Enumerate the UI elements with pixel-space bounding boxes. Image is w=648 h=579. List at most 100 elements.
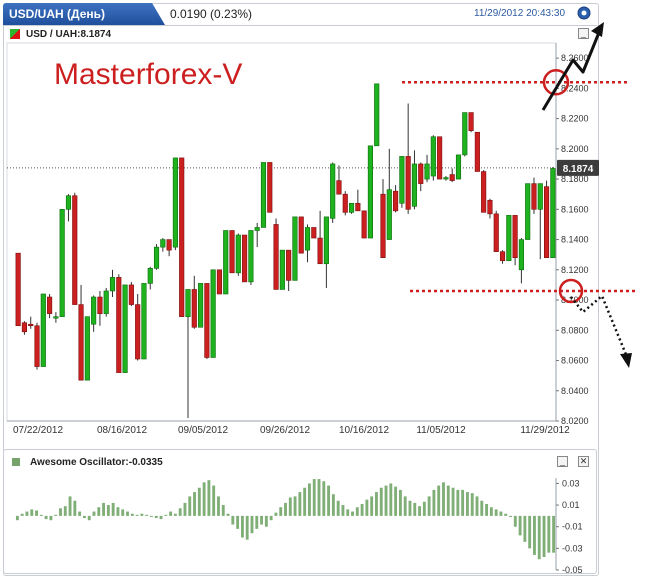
- osc-bar: [240, 515, 244, 538]
- osc-bar: [97, 507, 101, 516]
- osc-bar: [293, 496, 297, 516]
- osc-bar: [485, 503, 489, 516]
- osc-bar: [384, 485, 388, 516]
- osc-bar: [140, 513, 144, 516]
- osc-bar: [470, 493, 474, 516]
- osc-bar: [542, 515, 546, 558]
- osc-y-tick-label: -0.03: [562, 543, 583, 553]
- osc-bar: [78, 511, 82, 516]
- osc-bar: [92, 511, 96, 516]
- osc-bar: [164, 514, 168, 516]
- osc-bar: [35, 510, 38, 516]
- osc-bar: [197, 487, 201, 516]
- osc-bar: [49, 515, 53, 521]
- osc-bar: [437, 485, 441, 516]
- osc-bar: [360, 503, 364, 516]
- osc-bar: [504, 513, 508, 516]
- osc-bar: [236, 515, 240, 529]
- osc-bar: [121, 509, 125, 516]
- osc-bar: [509, 515, 512, 517]
- osc-bar: [480, 500, 484, 516]
- osc-bar: [312, 479, 316, 516]
- osc-bar: [308, 483, 311, 516]
- osc-bar: [461, 489, 465, 516]
- osc-bar: [398, 489, 402, 516]
- osc-bar: [394, 486, 398, 516]
- osc-bar: [25, 511, 29, 516]
- osc-bar: [116, 507, 120, 516]
- osc-bar: [226, 513, 230, 516]
- osc-bar: [528, 515, 532, 549]
- osc-bar: [82, 515, 86, 519]
- osc-bar: [537, 515, 541, 560]
- osc-bar: [513, 515, 517, 527]
- osc-bar: [269, 515, 273, 521]
- osc-bar: [322, 481, 326, 516]
- osc-y-tick-label: 0.03: [562, 478, 580, 488]
- osc-bar: [432, 489, 436, 516]
- osc-bar: [231, 515, 235, 525]
- osc-bar: [533, 515, 536, 555]
- osc-bar: [59, 508, 62, 516]
- osc-bar: [212, 485, 216, 516]
- osc-bar: [279, 507, 283, 516]
- osc-bar: [87, 515, 91, 521]
- osc-bar: [327, 485, 331, 516]
- osc-bar: [465, 492, 469, 516]
- osc-bar: [375, 492, 378, 516]
- osc-y-tick-label: -0.01: [562, 522, 583, 532]
- osc-bar: [389, 483, 393, 516]
- osc-bar: [341, 505, 345, 516]
- osc-bar: [126, 511, 129, 516]
- osc-bar: [298, 492, 302, 516]
- osc-bar: [499, 511, 503, 516]
- osc-bar: [456, 489, 460, 516]
- osc-bar: [145, 514, 149, 516]
- osc-bar: [317, 479, 321, 516]
- osc-bar: [217, 496, 220, 516]
- osc-bar: [221, 505, 225, 516]
- osc-bar: [63, 506, 67, 516]
- osc-bar: [260, 515, 263, 525]
- osc-y-tick-label: 0.01: [562, 500, 580, 510]
- osc-bar: [355, 507, 359, 516]
- osc-bar: [193, 492, 196, 516]
- osc-bar: [54, 514, 58, 516]
- osc-bar: [422, 501, 426, 516]
- osc-bar: [250, 515, 254, 534]
- osc-bar: [73, 500, 77, 516]
- osc-bar: [178, 508, 182, 516]
- osc-bar: [351, 511, 354, 516]
- osc-bar: [451, 487, 455, 516]
- osc-bar: [379, 487, 383, 516]
- osc-bar: [15, 515, 19, 521]
- osc-bar: [169, 511, 173, 516]
- osc-bar: [39, 514, 43, 516]
- osc-bar: [418, 506, 421, 516]
- osc-bar: [475, 496, 479, 516]
- osc-bar: [303, 487, 307, 516]
- osc-bar: [202, 482, 206, 516]
- osc-bar: [183, 502, 187, 516]
- osc-bar: [442, 482, 445, 516]
- osc-bar: [135, 514, 139, 516]
- osc-bar: [427, 496, 431, 516]
- osc-bar: [207, 480, 211, 516]
- osc-bar: [20, 513, 24, 516]
- osc-bar: [150, 515, 153, 517]
- osc-bar: [30, 509, 34, 516]
- osc-bar: [111, 502, 115, 516]
- osc-bar: [552, 515, 556, 553]
- osc-bar: [365, 499, 369, 516]
- osc-bar: [68, 496, 72, 516]
- osc-bar: [102, 502, 106, 516]
- osc-bar: [489, 507, 493, 516]
- osc-bar: [188, 496, 192, 516]
- osc-bar: [274, 512, 278, 516]
- osc-bar: [264, 515, 268, 527]
- osc-bar: [346, 509, 350, 516]
- osc-bar: [518, 515, 522, 536]
- osc-bar: [130, 513, 134, 516]
- osc-bar: [288, 497, 292, 516]
- osc-bar: [44, 515, 48, 520]
